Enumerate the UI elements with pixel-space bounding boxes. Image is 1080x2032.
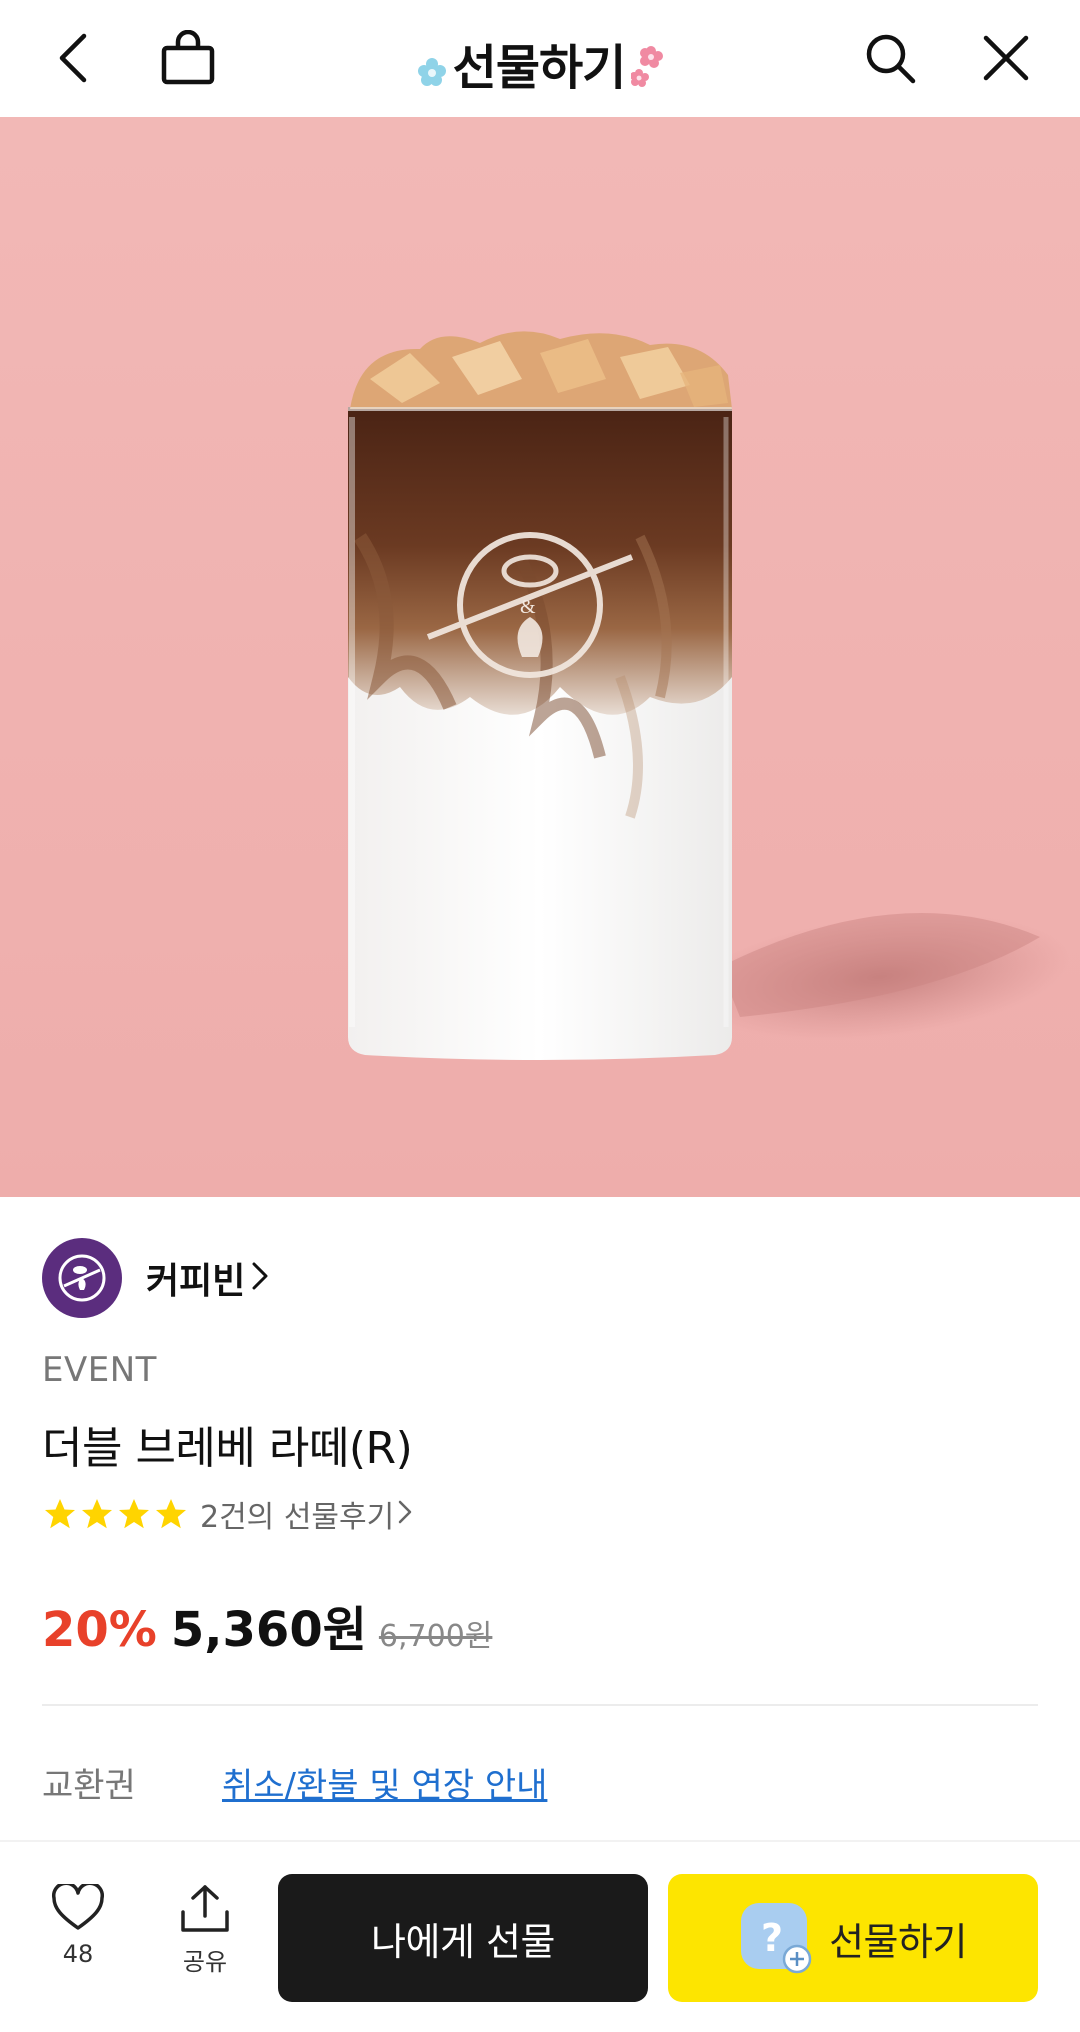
share-button[interactable]: 공유: [155, 1884, 255, 2004]
sale-price: 5,360원: [170, 1602, 367, 1658]
exchange-label: 교환권: [42, 1766, 136, 1806]
close-icon[interactable]: [970, 22, 1042, 94]
page-title-text: 선물하기: [452, 40, 627, 96]
star-icon: [82, 1499, 112, 1529]
share-label: 공유: [182, 1948, 228, 1976]
like-button[interactable]: 48: [28, 1884, 128, 2004]
gift-button-label: 선물하기: [829, 1919, 967, 1964]
gift-to-self-button[interactable]: 나에게 선물: [278, 1874, 648, 2002]
rating-row[interactable]: 2건의 선물후기: [42, 1492, 412, 1536]
discount-rate: 20%: [42, 1602, 157, 1658]
search-icon[interactable]: [854, 22, 926, 94]
gift-button[interactable]: ? 선물하기: [668, 1874, 1038, 2002]
refund-info-link[interactable]: 취소/환불 및 연장 안내: [222, 1758, 547, 1807]
product-name: 더블 브레베 라떼(R): [42, 1423, 413, 1474]
chevron-right-icon: [251, 1261, 269, 1295]
bottom-action-bar: 48 공유 나에게 선물 ? 선물하기: [0, 1842, 1080, 2032]
product-image: &: [0, 117, 1080, 1197]
heart-icon: [52, 1884, 104, 1930]
gift-icon-glyph: ?: [761, 1916, 783, 1960]
brand-logo: [42, 1238, 122, 1318]
rating-stars: [42, 1496, 190, 1532]
share-icon: [181, 1885, 229, 1932]
flower-icon: [417, 43, 447, 99]
review-count-link[interactable]: 2건의 선물후기: [200, 1492, 394, 1536]
original-price: 6,700원: [378, 1619, 493, 1654]
brand-row[interactable]: 커피빈: [42, 1238, 269, 1318]
star-icon: [45, 1499, 75, 1529]
like-count: 48: [62, 1940, 94, 1968]
star-icon: [156, 1499, 186, 1529]
exchange-row: 교환권 취소/환불 및 연장 안내: [42, 1758, 547, 1807]
star-icon: [119, 1499, 149, 1529]
divider: [42, 1704, 1038, 1706]
chevron-right-icon: [398, 1500, 412, 1528]
cup-logo-glyph: &: [520, 596, 536, 618]
price-row: 20% 5,360원 6,700원: [42, 1590, 492, 1660]
brand-name: 커피빈: [146, 1261, 246, 1302]
top-header: 선물하기: [0, 0, 1080, 117]
event-tag: EVENT: [42, 1350, 157, 1390]
gift-bubble-icon: ?: [739, 1901, 813, 1975]
flower-icon: [630, 43, 664, 99]
